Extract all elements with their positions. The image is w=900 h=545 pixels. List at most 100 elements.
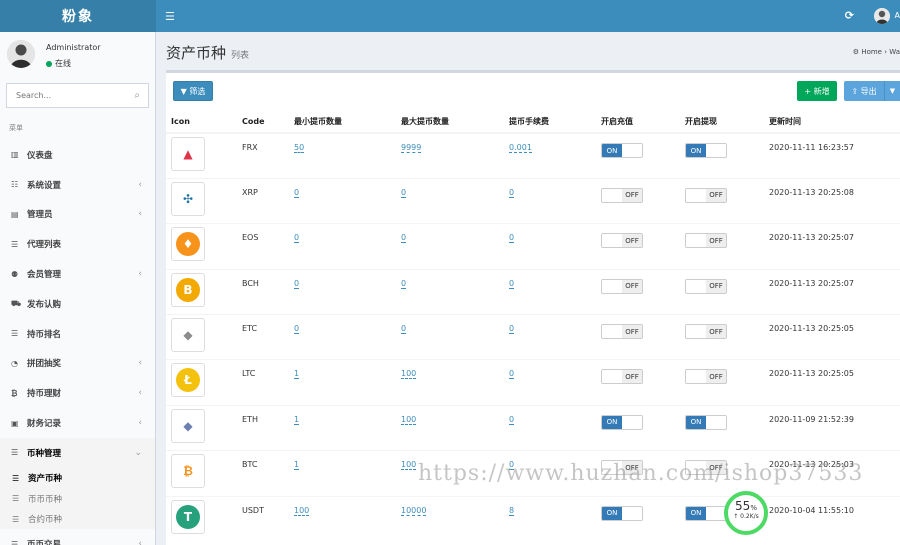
sidebar-item[interactable]: ◔ 拼团抽奖 ‹ xyxy=(0,349,155,379)
sidebar-toggle-icon[interactable]: ☰ xyxy=(165,10,175,23)
max-editable[interactable]: 0 xyxy=(401,278,407,289)
coin-logo: ₿ xyxy=(171,454,205,489)
export-button[interactable]: ⇪ 导出 xyxy=(844,81,884,101)
min-editable[interactable]: 1 xyxy=(294,369,300,380)
max-editable[interactable]: 0 xyxy=(401,324,407,335)
submenu-item[interactable]: ☰ 合约币种 xyxy=(0,509,155,530)
withdraw-switch[interactable]: OFF xyxy=(685,324,727,340)
breadcrumb-text[interactable]: Home › Wa xyxy=(861,48,900,56)
fee-editable[interactable]: 0 xyxy=(509,187,515,198)
column-header[interactable]: Code xyxy=(237,110,289,134)
min-cell: 50 xyxy=(289,132,396,179)
user-initial[interactable]: A xyxy=(895,11,900,20)
min-editable[interactable]: 0 xyxy=(294,187,300,198)
charge-switch[interactable]: ON xyxy=(601,143,643,158)
icon-cell: B xyxy=(166,268,237,315)
charge-switch[interactable]: OFF xyxy=(601,460,643,476)
max-editable[interactable]: 100 xyxy=(401,369,417,380)
column-header[interactable]: 最小提币数量 xyxy=(289,110,396,134)
sidebar-item[interactable]: ⛟ 发布认购 xyxy=(0,289,155,319)
max-editable[interactable]: 0 xyxy=(401,187,407,198)
min-editable[interactable]: 100 xyxy=(294,505,310,516)
max-editable[interactable]: 0 xyxy=(401,233,407,244)
add-button[interactable]: + 新增 xyxy=(797,81,837,101)
min-editable[interactable]: 1 xyxy=(294,460,300,471)
search-icon[interactable]: ⌕ xyxy=(134,90,140,101)
withdraw-switch[interactable]: OFF xyxy=(685,369,727,385)
column-header[interactable]: 开启充值 xyxy=(596,110,680,134)
max-editable[interactable]: 100 xyxy=(401,414,417,425)
max-editable[interactable]: 10000 xyxy=(401,505,427,516)
money-icon: ▣ xyxy=(11,418,19,428)
column-header[interactable]: 更新时间 xyxy=(764,110,900,134)
min-cell: 0 xyxy=(289,223,396,270)
fee-editable[interactable]: 0 xyxy=(509,414,515,425)
sidebar-item[interactable]: ₿ 持币理财 ‹ xyxy=(0,378,155,408)
switch-off-label: OFF xyxy=(706,325,726,339)
table-row: ✣ XRP 0 0 0 OFF OFF 2020-11-13 20:25:08 xyxy=(166,177,900,224)
fee-editable[interactable]: 0 xyxy=(509,460,515,471)
withdraw-switch[interactable]: OFF xyxy=(685,278,727,294)
sidebar-item[interactable]: ▥ 仪表盘 xyxy=(0,140,155,170)
charge-switch[interactable]: OFF xyxy=(601,324,643,340)
charge-switch[interactable]: OFF xyxy=(601,369,643,385)
filter-button[interactable]: ▼ 筛选 xyxy=(173,81,213,101)
avatar[interactable] xyxy=(874,8,890,24)
sidebar-item[interactable]: ☰ 币种管理 ⌄ xyxy=(0,437,155,468)
coin-icon: ◆ xyxy=(176,413,200,438)
export-dropdown-toggle[interactable]: ▼ xyxy=(884,81,900,101)
fee-editable[interactable]: 0 xyxy=(509,324,515,335)
fee-editable[interactable]: 0 xyxy=(509,233,515,244)
code-cell: ETC xyxy=(237,314,289,360)
charge-switch[interactable]: OFF xyxy=(601,233,643,249)
brand-logo[interactable]: 粉象 xyxy=(0,0,156,32)
withdraw-switch[interactable]: ON xyxy=(685,143,727,158)
min-editable[interactable]: 0 xyxy=(294,324,300,335)
coin-logo: T xyxy=(171,499,205,534)
table-row: ₿ BTC 1 100 0 OFF OFF 2020-11-13 20:25:03 xyxy=(166,450,900,497)
fee-editable[interactable]: 0 xyxy=(509,369,515,380)
min-editable[interactable]: 1 xyxy=(294,414,300,425)
column-header[interactable]: 开启提现 xyxy=(680,110,764,134)
min-cell: 0 xyxy=(289,177,396,224)
withdraw-switch[interactable]: ON xyxy=(685,505,727,521)
sidebar-item[interactable]: ☰ 代理列表 xyxy=(0,229,155,259)
coin-icon: B xyxy=(176,277,200,302)
charge-switch[interactable]: ON xyxy=(601,505,643,521)
coin-icon: ✣ xyxy=(176,186,200,211)
refresh-icon[interactable]: ⟳ xyxy=(845,9,854,22)
submenu-item[interactable]: ☰ 币币币种 xyxy=(0,488,155,509)
column-header[interactable]: Icon xyxy=(166,110,237,134)
withdraw-switch[interactable]: OFF xyxy=(685,187,727,203)
withdraw-switch[interactable]: OFF xyxy=(685,460,727,476)
submenu-item[interactable]: ☰ 资产币种 xyxy=(0,468,155,489)
sidebar-item-label: 持币理财 xyxy=(27,389,62,400)
sidebar-item[interactable]: ▣ 财务记录 ‹ xyxy=(0,408,155,438)
min-editable[interactable]: 0 xyxy=(294,278,300,289)
charge-switch[interactable]: ON xyxy=(601,414,643,430)
charge-switch[interactable]: OFF xyxy=(601,278,643,294)
max-editable[interactable]: 100 xyxy=(401,460,417,471)
withdraw-switch[interactable]: ON xyxy=(685,414,727,430)
table-row: B BCH 0 0 0 OFF OFF 2020-11-13 20:25:07 xyxy=(166,268,900,315)
sidebar-item[interactable]: ⚉ 会员管理 ‹ xyxy=(0,259,155,289)
fee-editable[interactable]: 8 xyxy=(509,505,515,516)
fee-editable[interactable]: 0.001 xyxy=(509,143,532,153)
max-cell: 0 xyxy=(396,223,504,270)
withdraw-switch[interactable]: OFF xyxy=(685,233,727,249)
sidebar-item[interactable]: ▤ 管理员 ‹ xyxy=(0,200,155,230)
search-input[interactable] xyxy=(7,84,117,107)
switch-track xyxy=(706,506,726,520)
sidebar-item[interactable]: ☰ 持币排名 xyxy=(0,319,155,349)
column-header[interactable]: 提币手续费 xyxy=(504,110,596,134)
max-editable[interactable]: 9999 xyxy=(401,143,422,153)
coin-icon: ▲ xyxy=(176,142,200,166)
min-editable[interactable]: 0 xyxy=(294,233,300,244)
charge-switch[interactable]: OFF xyxy=(601,187,643,203)
sidebar-item[interactable]: ☷ 系统设置 ‹ xyxy=(0,170,155,200)
column-header[interactable]: 最大提币数量 xyxy=(396,110,504,134)
breadcrumb[interactable]: ⚙ Home › Wa xyxy=(853,48,900,56)
min-editable[interactable]: 50 xyxy=(294,143,305,153)
sidebar-item[interactable]: ☰ 币币交易 ‹ xyxy=(0,529,155,545)
fee-editable[interactable]: 0 xyxy=(509,278,515,289)
